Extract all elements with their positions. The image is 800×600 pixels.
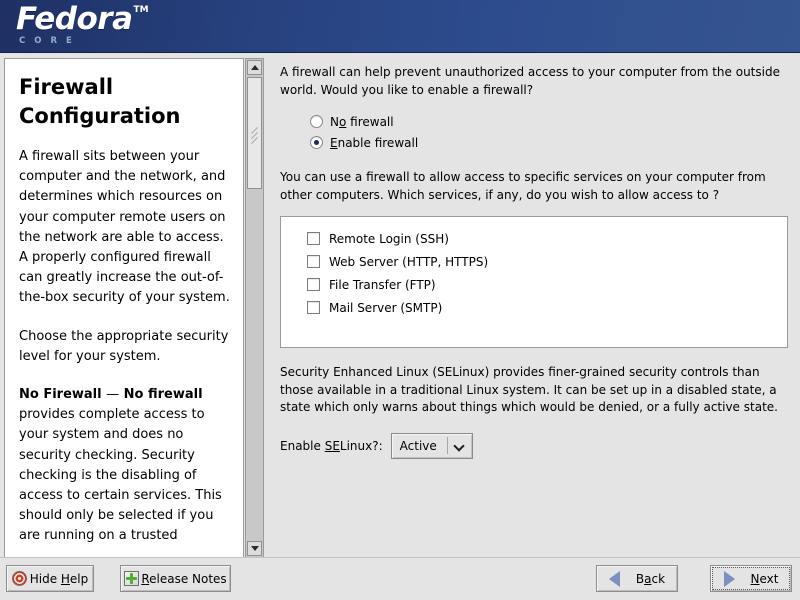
scroll-up-button[interactable]	[247, 60, 262, 75]
label-pre: Enable	[280, 438, 325, 453]
help-section-lead-text: No firewall	[123, 387, 203, 403]
checkbox-file-transfer-indicator[interactable]	[307, 278, 320, 291]
main-content: A firewall can help prevent unauthorized…	[272, 58, 796, 556]
hide-help-button[interactable]: Hide Help	[6, 565, 94, 592]
label-post: ext	[759, 571, 779, 586]
logo-subtext-core: CORE	[19, 36, 81, 46]
help-lifebuoy-icon	[11, 571, 27, 586]
help-scrollbar[interactable]	[245, 58, 264, 558]
checkbox-mail-server-label: Mail Server (SMTP)	[329, 300, 443, 315]
help-paragraph-1: A firewall sits between your computer an…	[19, 149, 230, 306]
help-section-dash-glyph: —	[106, 387, 120, 403]
label-mnemonic: E	[330, 135, 338, 150]
arrow-left-icon	[608, 570, 620, 587]
release-notes-button[interactable]: Release Notes	[120, 565, 231, 592]
plus-glyph-icon	[126, 573, 138, 584]
chevron-down-icon	[250, 546, 259, 551]
label-mnemonic: N	[750, 571, 760, 586]
radio-enable-firewall-label: Enable firewall	[330, 136, 418, 150]
label-post: Linux?:	[339, 438, 383, 453]
checkbox-mail-server[interactable]: Mail Server (SMTP)	[307, 296, 787, 319]
chevron-down-icon	[455, 441, 464, 450]
installer-window: FedoraTM CORE Firewall Configuration A f…	[0, 0, 800, 600]
scroll-down-button[interactable]	[247, 541, 262, 556]
checkbox-remote-login[interactable]: Remote Login (SSH)	[307, 227, 787, 250]
services-intro-text: You can use a firewall to allow access t…	[280, 170, 766, 202]
label-post: elease Notes	[149, 571, 227, 586]
radio-no-firewall-indicator[interactable]	[310, 115, 323, 128]
arrow-right-icon	[723, 570, 735, 587]
app-banner: FedoraTM CORE	[0, 0, 800, 53]
hide-help-label: Hide Help	[30, 572, 89, 586]
firewall-intro-text: A firewall can help prevent unauthorized…	[280, 65, 780, 97]
checkbox-remote-login-indicator[interactable]	[307, 232, 320, 245]
label-post: nable firewall	[337, 135, 419, 150]
radio-no-firewall[interactable]: No firewall	[310, 111, 796, 132]
label-mnemonic: a	[644, 571, 652, 586]
label-pre: B	[635, 571, 645, 586]
help-title: Firewall Configuration	[19, 75, 181, 128]
label-post: elp	[69, 571, 89, 586]
help-section-body: provides complete access to your system …	[19, 407, 222, 544]
next-button[interactable]: Next	[710, 565, 792, 592]
scrollbar-thumb[interactable]	[247, 77, 262, 189]
chevron-up-icon	[250, 65, 259, 70]
logo-wordmark: FedoraTM	[16, 4, 236, 35]
label-mnemonic: R	[141, 571, 150, 586]
label-mnemonic: H	[60, 571, 70, 586]
checkbox-file-transfer-label: File Transfer (FTP)	[329, 277, 436, 292]
firewall-radio-group: No firewall Enable firewall	[310, 111, 796, 153]
checkbox-mail-server-indicator[interactable]	[307, 301, 320, 314]
label-post: ck	[651, 571, 666, 586]
back-label: Back	[636, 572, 665, 586]
checkbox-web-server[interactable]: Web Server (HTTP, HTTPS)	[307, 250, 787, 273]
checkbox-file-transfer[interactable]: File Transfer (FTP)	[307, 273, 787, 296]
checkbox-remote-login-label: Remote Login (SSH)	[329, 231, 449, 246]
button-bar: Hide Help Release Notes Back Next	[0, 557, 800, 600]
help-content: Firewall Configuration A firewall sits b…	[5, 59, 243, 547]
help-section-term: No Firewall	[19, 387, 102, 403]
radio-enable-firewall[interactable]: Enable firewall	[310, 132, 796, 153]
help-paragraph-2: Choose the appropriate security level fo…	[19, 328, 229, 364]
trademark-icon: TM	[133, 5, 149, 15]
label-pre: Hide	[29, 571, 61, 586]
label-pre: N	[330, 114, 339, 129]
selinux-selected-value: Active	[399, 438, 437, 453]
label-post: firewall	[346, 114, 394, 129]
checkbox-web-server-indicator[interactable]	[307, 255, 320, 268]
label-mnemonic: SE	[324, 438, 340, 453]
release-notes-label: Release Notes	[141, 572, 226, 586]
selinux-description-text: Security Enhanced Linux (SELinux) provid…	[280, 365, 778, 414]
radio-enable-firewall-indicator[interactable]	[310, 136, 323, 149]
radio-no-firewall-label: No firewall	[330, 115, 394, 129]
help-panel: Firewall Configuration A firewall sits b…	[4, 58, 244, 558]
selinux-label: Enable SELinux?:	[280, 439, 383, 453]
checkbox-web-server-label: Web Server (HTTP, HTTPS)	[329, 254, 489, 269]
back-button[interactable]: Back	[596, 565, 678, 592]
help-section-no-firewall: No Firewall — No firewall provides compl…	[19, 385, 231, 547]
next-label: Next	[751, 572, 779, 586]
selinux-row: Enable SELinux?: Active	[280, 432, 796, 459]
services-list: Remote Login (SSH) Web Server (HTTP, HTT…	[280, 216, 788, 348]
release-notes-icon	[124, 571, 140, 586]
fedora-core-logo: FedoraTM CORE	[16, 4, 236, 47]
selinux-dropdown[interactable]: Active	[390, 432, 473, 459]
dropdown-divider	[446, 437, 448, 454]
logo-word-fedora: Fedora	[16, 1, 133, 37]
